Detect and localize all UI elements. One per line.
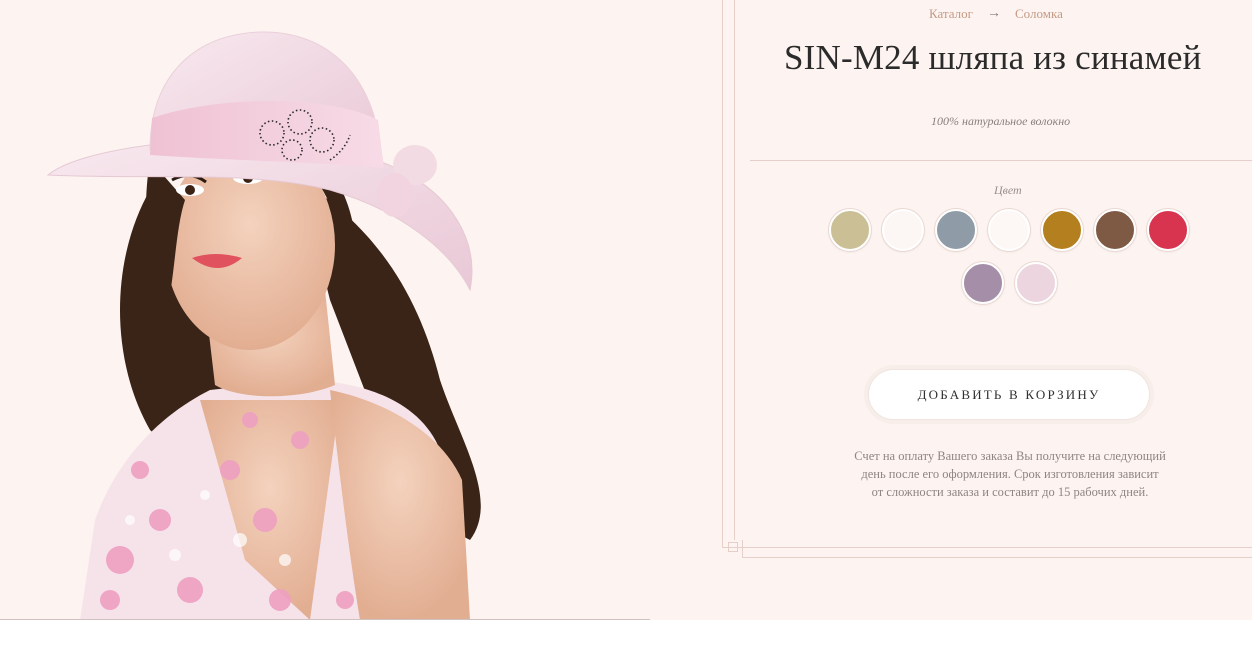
color-swatch-mustard[interactable]	[1041, 209, 1083, 251]
color-swatch-light-pink[interactable]	[1015, 262, 1057, 304]
add-to-cart-button[interactable]: ДОБАВИТЬ В КОРЗИНУ	[868, 369, 1150, 420]
product-title: SIN-M24 шляпа из синамей	[784, 38, 1202, 77]
frame-line	[722, 0, 723, 548]
section-divider	[750, 160, 1252, 161]
color-swatch-raspberry[interactable]	[1147, 209, 1189, 251]
breadcrumb-arrow-icon: →	[986, 6, 1001, 21]
color-swatch-beige[interactable]	[829, 209, 871, 251]
frame-corner-ornament	[728, 542, 738, 552]
frame-line	[734, 0, 735, 540]
color-swatch-brown[interactable]	[1094, 209, 1136, 251]
color-label: Цвет	[994, 183, 1022, 197]
frame-line	[742, 540, 743, 558]
product-subtitle: 100% натуральное волокно	[931, 114, 1071, 128]
photo-bottom-border	[0, 619, 650, 620]
order-note-line: от сложности заказа и составит до 15 раб…	[871, 485, 1149, 499]
color-swatch-ivory[interactable]	[988, 209, 1030, 251]
order-note-line: Счет на оплату Вашего заказа Вы получите…	[854, 449, 1166, 463]
breadcrumb-category-link[interactable]: Соломка	[1015, 6, 1063, 22]
order-note: Счет на оплату Вашего заказа Вы получите…	[838, 447, 1182, 501]
product-photo	[0, 0, 650, 620]
color-swatch-lilac[interactable]	[962, 262, 1004, 304]
model-in-hat-image	[46, 31, 481, 620]
frame-line	[742, 557, 1252, 558]
frame-line	[722, 547, 1252, 548]
breadcrumb-catalog-link[interactable]: Каталог	[929, 6, 973, 22]
color-swatch-grey-blue[interactable]	[935, 209, 977, 251]
order-note-line: день после его оформления. Срок изготовл…	[861, 467, 1159, 481]
breadcrumb: Каталог → Соломка	[929, 6, 1063, 22]
color-swatch-white[interactable]	[882, 209, 924, 251]
